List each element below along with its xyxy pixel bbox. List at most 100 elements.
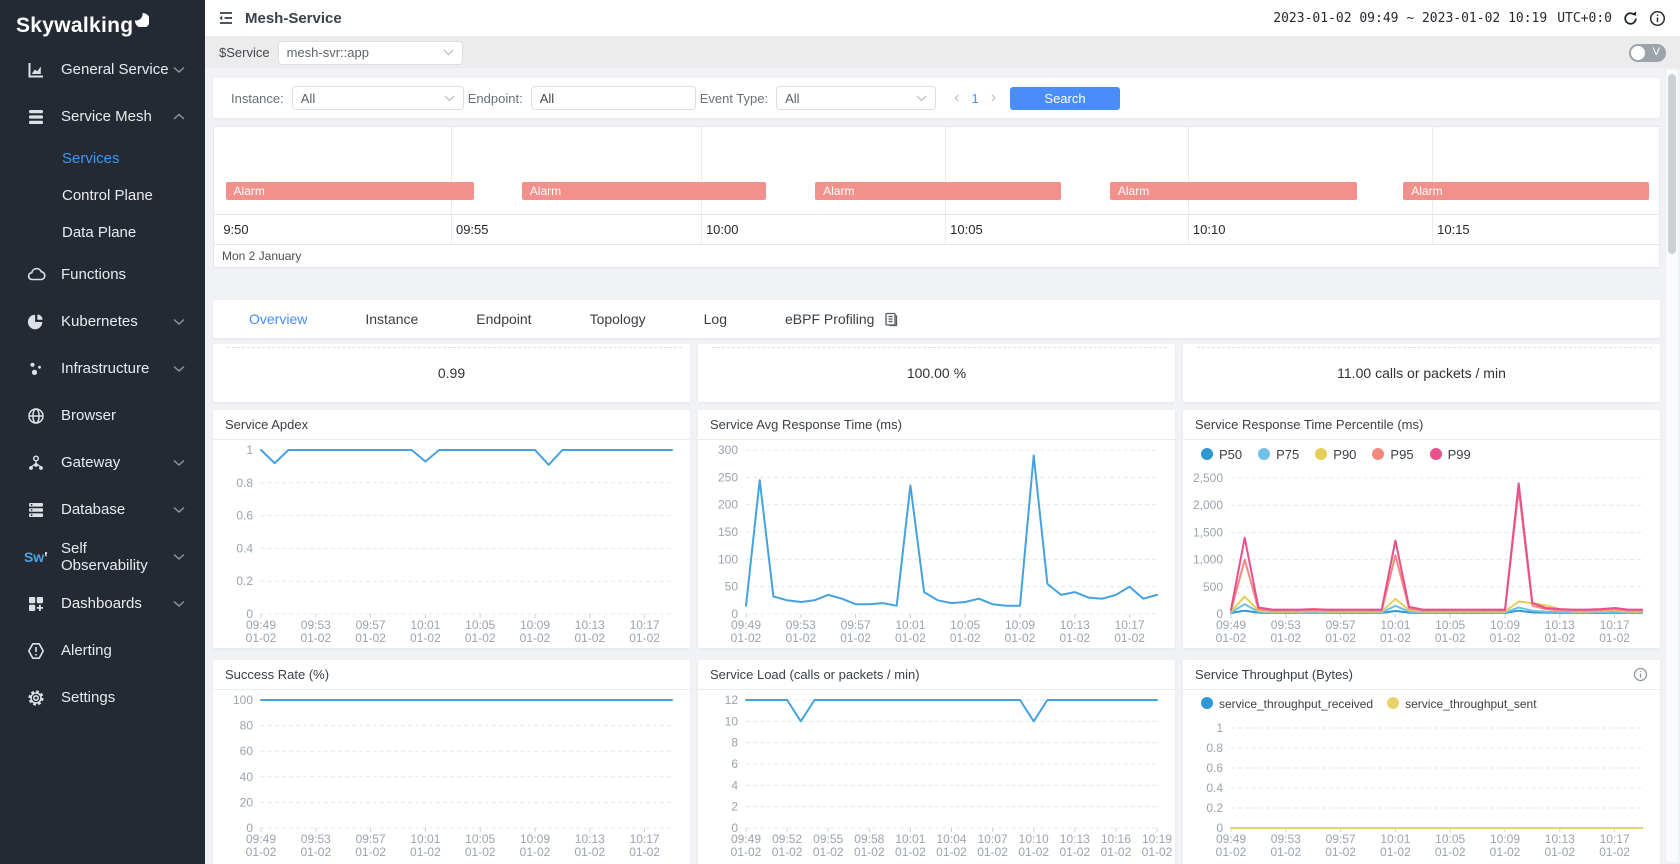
svg-text:09:49: 09:49 bbox=[731, 618, 761, 632]
chart-plot-area[interactable]: 05010015020025030009:4901-0209:5301-0209… bbox=[698, 440, 1175, 648]
event-type-select[interactable]: All bbox=[776, 86, 936, 110]
chart-plot-area[interactable]: 00.20.40.60.8109:4901-0209:5301-0209:570… bbox=[1183, 718, 1660, 862]
svg-text:01-02: 01-02 bbox=[1005, 631, 1036, 645]
chart-plot-area[interactable]: 00.20.40.60.8109:4901-0209:5301-0209:570… bbox=[213, 440, 690, 648]
chart-title: Service Throughput (Bytes) bbox=[1195, 667, 1353, 682]
legend-item[interactable]: P50 bbox=[1201, 447, 1242, 462]
svg-text:09:49: 09:49 bbox=[1216, 618, 1246, 632]
tab-instance[interactable]: Instance bbox=[365, 311, 418, 327]
sidebar-subitem-control-plane[interactable]: Control Plane bbox=[0, 177, 205, 214]
svg-text:01-02: 01-02 bbox=[1142, 845, 1173, 859]
chart-plot-area[interactable]: 02468101209:4901-0209:5201-0209:5501-020… bbox=[698, 690, 1175, 862]
sidebar-subitem-data-plane[interactable]: Data Plane bbox=[0, 214, 205, 251]
alarm-event-bar[interactable]: Alarm bbox=[815, 182, 1061, 200]
svg-text:10:16: 10:16 bbox=[1101, 832, 1131, 846]
prev-page-icon[interactable]: ‹ bbox=[954, 89, 959, 107]
svg-text:01-02: 01-02 bbox=[574, 845, 605, 859]
svg-text:10:09: 10:09 bbox=[1490, 618, 1520, 632]
legend-item[interactable]: P75 bbox=[1258, 447, 1299, 462]
legend-item[interactable]: P95 bbox=[1372, 447, 1413, 462]
chart-info-icon[interactable] bbox=[1633, 667, 1648, 682]
timeline-tick-label: 10:10 bbox=[1188, 222, 1226, 237]
profiling-doc-icon[interactable] bbox=[884, 312, 898, 327]
timeline-tick-label: 09:55 bbox=[451, 222, 489, 237]
svg-text:10:05: 10:05 bbox=[465, 618, 495, 632]
chevron-down-icon bbox=[173, 365, 185, 373]
svg-text:10:19: 10:19 bbox=[1142, 832, 1172, 846]
tab-overview[interactable]: Overview bbox=[249, 311, 307, 327]
alarm-event-bar[interactable]: Alarm bbox=[522, 182, 766, 200]
svg-text:01-02: 01-02 bbox=[1216, 845, 1247, 859]
tab-ebpf-profiling[interactable]: eBPF Profiling bbox=[785, 311, 898, 327]
instance-select[interactable]: All bbox=[292, 86, 464, 110]
svg-text:09:52: 09:52 bbox=[772, 832, 802, 846]
sidebar-item-alerting[interactable]: Alerting bbox=[0, 627, 205, 674]
service-select[interactable]: mesh-svr::app bbox=[278, 41, 463, 65]
sidebar-item-gateway[interactable]: Gateway bbox=[0, 439, 205, 486]
svg-text:10:13: 10:13 bbox=[575, 618, 605, 632]
info-icon[interactable] bbox=[1649, 10, 1666, 27]
chart-plot-area[interactable]: 02040608010009:4901-0209:5301-0209:5701-… bbox=[213, 690, 690, 862]
search-button[interactable]: Search bbox=[1010, 87, 1120, 110]
svg-text:4: 4 bbox=[731, 778, 738, 792]
sidebar-item-label: Service Mesh bbox=[61, 108, 152, 125]
scrollbar-thumb[interactable] bbox=[1668, 74, 1676, 254]
tab-topology[interactable]: Topology bbox=[590, 311, 646, 327]
svg-text:01-02: 01-02 bbox=[1325, 845, 1356, 859]
sidebar-item-service-mesh[interactable]: Service Mesh bbox=[0, 93, 205, 140]
page-title: Mesh-Service bbox=[245, 10, 342, 27]
legend-item[interactable]: service_throughput_sent bbox=[1387, 697, 1536, 711]
sidebar-item-settings[interactable]: Settings bbox=[0, 674, 205, 721]
svg-text:09:53: 09:53 bbox=[301, 618, 331, 632]
current-page[interactable]: 1 bbox=[971, 91, 978, 106]
legend-dot-icon bbox=[1258, 448, 1270, 460]
legend-dot-icon bbox=[1201, 448, 1213, 460]
timeline-tick-label: 10:00 bbox=[701, 222, 739, 237]
refresh-icon[interactable] bbox=[1622, 10, 1639, 27]
sw-logo-icon: Swʽ bbox=[24, 549, 48, 565]
endpoint-input[interactable] bbox=[531, 86, 696, 110]
sidebar-item-database[interactable]: Database bbox=[0, 486, 205, 533]
sidebar-item-dashboards[interactable]: Dashboards bbox=[0, 580, 205, 627]
sidebar-item-browser[interactable]: Browser bbox=[0, 392, 205, 439]
chart-card-service-throughput-bytes: Service Throughput (Bytes) service_throug… bbox=[1183, 660, 1660, 864]
chart-title-bar: Service Avg Response Time (ms) bbox=[698, 410, 1175, 440]
alarm-event-bar[interactable]: Alarm bbox=[1110, 182, 1357, 200]
sidebar-subitem-services[interactable]: Services bbox=[0, 140, 205, 177]
svg-text:250: 250 bbox=[718, 470, 738, 484]
main-area: Mesh-Service 2023-01-02 09:49 ~ 2023-01-… bbox=[205, 0, 1680, 864]
svg-text:01-02: 01-02 bbox=[895, 845, 926, 859]
svg-text:10:17: 10:17 bbox=[630, 618, 660, 632]
svg-text:09:49: 09:49 bbox=[246, 832, 276, 846]
legend-item[interactable]: P90 bbox=[1315, 447, 1356, 462]
tab-log[interactable]: Log bbox=[704, 311, 727, 327]
event-timeline-plot[interactable]: Alarm Alarm Alarm Alarm Alarm bbox=[214, 127, 1659, 215]
pagination: ‹ 1 › bbox=[954, 89, 996, 107]
sidebar-item-self-observability[interactable]: SwʽSelf Observability bbox=[0, 533, 205, 580]
next-page-icon[interactable]: › bbox=[991, 89, 996, 107]
svg-text:09:58: 09:58 bbox=[854, 832, 884, 846]
sidebar-item-functions[interactable]: Functions bbox=[0, 251, 205, 298]
legend-item[interactable]: P99 bbox=[1430, 447, 1471, 462]
chart-title-bar: Service Response Time Percentile (ms) bbox=[1183, 410, 1660, 440]
app-logo: Skywalking bbox=[0, 0, 205, 46]
svg-text:01-02: 01-02 bbox=[1216, 631, 1247, 645]
svg-text:10:17: 10:17 bbox=[630, 832, 660, 846]
svg-text:10:17: 10:17 bbox=[1115, 618, 1145, 632]
vertical-scrollbar[interactable] bbox=[1665, 70, 1678, 862]
sidebar-item-label: Settings bbox=[61, 689, 115, 706]
svg-text:40: 40 bbox=[240, 770, 254, 784]
alarm-event-bar[interactable]: Alarm bbox=[1403, 182, 1649, 200]
sidebar-item-general-service[interactable]: General Service bbox=[0, 46, 205, 93]
sidebar-collapse-icon[interactable] bbox=[217, 9, 235, 27]
time-range[interactable]: 2023-01-02 09:49 ~ 2023-01-02 10:19 bbox=[1273, 11, 1547, 26]
chart-plot-area[interactable]: 05001,0001,5002,0002,50009:4901-0209:530… bbox=[1183, 468, 1660, 648]
alarm-event-bar[interactable]: Alarm bbox=[226, 182, 475, 200]
variables-toggle[interactable]: V bbox=[1629, 44, 1666, 62]
svg-text:01-02: 01-02 bbox=[1544, 631, 1575, 645]
svg-text:01-02: 01-02 bbox=[1270, 845, 1301, 859]
tab-endpoint[interactable]: Endpoint bbox=[476, 311, 531, 327]
sidebar-item-kubernetes[interactable]: Kubernetes bbox=[0, 298, 205, 345]
legend-item[interactable]: service_throughput_received bbox=[1201, 697, 1373, 711]
sidebar-item-infrastructure[interactable]: Infrastructure bbox=[0, 345, 205, 392]
